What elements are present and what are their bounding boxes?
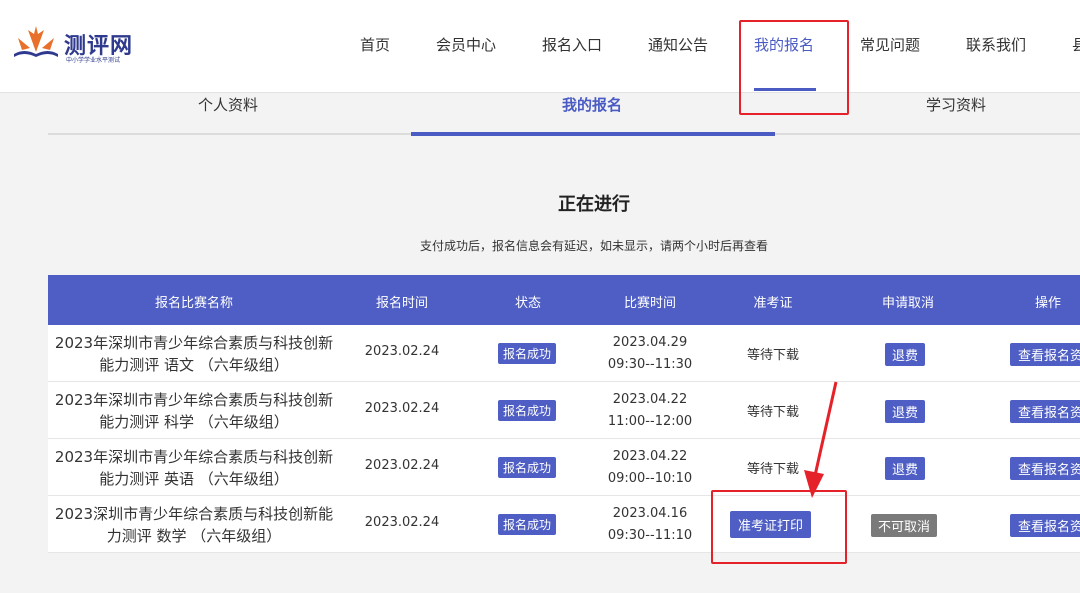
section-title: 正在进行 [558, 194, 630, 215]
competition-name: 2023年深圳市青少年综合素质与科技创新能力测评 语文 （六年级组） [54, 334, 334, 374]
col-admission-ticket: 准考证 [753, 296, 793, 311]
view-registration-button[interactable]: 查看报名资 [1010, 343, 1080, 366]
refund-button[interactable]: 退费 [885, 343, 926, 366]
competition-name: 2023年深圳市青少年综合素质与科技创新能力测评 科学 （六年级组） [54, 391, 334, 431]
competition-hours: 09:30--11:10 [607, 528, 693, 543]
table-row: 2023年深圳市青少年综合素质与科技创新能力测评 英语 （六年级组） 2023.… [48, 439, 1080, 496]
profile-tabs: 个人资料 我的报名 学习资料 [48, 92, 1080, 138]
competition-time: 2023.04.22 09:00--10:10 [588, 446, 712, 490]
registration-time: 2023.02.24 [364, 344, 440, 359]
registration-time: 2023.02.24 [364, 515, 440, 530]
table-row: 2023年深圳市青少年综合素质与科技创新能力测评 语文 （六年级组） 2023.… [48, 325, 1080, 382]
competition-time: 2023.04.29 09:30--11:30 [588, 332, 712, 376]
competition-date: 2023.04.22 [612, 392, 688, 407]
competition-date: 2023.04.22 [612, 449, 688, 464]
view-registration-button[interactable]: 查看报名资 [1010, 514, 1080, 537]
tab-my-registration[interactable]: 我的报名 [562, 94, 622, 115]
refund-button[interactable]: 退费 [885, 457, 926, 480]
nav-faq[interactable]: 常见问题 [860, 34, 920, 55]
competition-time: 2023.04.22 11:00--12:00 [588, 389, 712, 433]
nav-registration-entry[interactable]: 报名入口 [542, 34, 602, 55]
registration-time: 2023.02.24 [364, 458, 440, 473]
tab-active-indicator [411, 132, 775, 136]
cannot-cancel-button: 不可取消 [871, 514, 938, 537]
competition-date: 2023.04.16 [612, 506, 688, 521]
tab-personal-info[interactable]: 个人资料 [198, 94, 258, 115]
view-registration-button[interactable]: 查看报名资 [1010, 400, 1080, 423]
competition-date: 2023.04.29 [612, 335, 688, 350]
registration-time: 2023.02.24 [364, 401, 440, 416]
status-badge: 报名成功 [498, 514, 557, 535]
tab-study-materials[interactable]: 学习资料 [926, 94, 986, 115]
nav-member-center[interactable]: 会员中心 [436, 34, 496, 55]
competition-hours: 09:30--11:30 [607, 357, 693, 372]
competition-hours: 09:00--10:10 [607, 471, 693, 486]
nav-contact-us[interactable]: 联系我们 [966, 34, 1026, 55]
col-competition-name: 报名比赛名称 [154, 296, 233, 311]
nav-more[interactable]: 县 [1072, 34, 1080, 55]
col-status: 状态 [514, 296, 541, 311]
site-header: 测评网 中小学学业水平测试 首页 会员中心 报名入口 通知公告 我的报名 常见问… [0, 0, 1080, 93]
view-registration-button[interactable]: 查看报名资 [1010, 457, 1080, 480]
payment-notice: 支付成功后，报名信息会有延迟，如未显示，请两个小时后再查看 [419, 239, 768, 253]
competition-hours: 11:00--12:00 [607, 414, 693, 429]
nav-announcements[interactable]: 通知公告 [648, 34, 708, 55]
red-arrow-icon [804, 381, 838, 498]
print-highlight-box [711, 490, 847, 564]
main-nav: 首页 会员中心 报名入口 通知公告 我的报名 常见问题 联系我们 县 [0, 0, 1080, 92]
table-row: 2023深圳市青少年综合素质与科技创新能力测评 数学 （六年级组） 2023.0… [48, 496, 1080, 553]
status-badge: 报名成功 [498, 457, 557, 478]
competition-name: 2023年深圳市青少年综合素质与科技创新能力测评 英语 （六年级组） [54, 448, 334, 488]
table-row: 2023年深圳市青少年综合素质与科技创新能力测评 科学 （六年级组） 2023.… [48, 382, 1080, 439]
status-badge: 报名成功 [498, 400, 557, 421]
col-registration-time: 报名时间 [375, 296, 428, 311]
nav-home[interactable]: 首页 [360, 34, 390, 55]
status-badge: 报名成功 [498, 343, 557, 364]
col-actions: 操作 [1034, 296, 1061, 311]
ticket-status: 等待下载 [746, 348, 799, 363]
col-competition-time: 比赛时间 [623, 296, 676, 311]
table-header: 报名比赛名称 报名时间 状态 比赛时间 准考证 申请取消 操作 [48, 275, 1080, 325]
refund-button[interactable]: 退费 [885, 400, 926, 423]
col-cancel: 申请取消 [881, 296, 934, 311]
competition-time: 2023.04.16 09:30--11:10 [588, 503, 712, 547]
competition-name: 2023深圳市青少年综合素质与科技创新能力测评 数学 （六年级组） [54, 505, 334, 545]
